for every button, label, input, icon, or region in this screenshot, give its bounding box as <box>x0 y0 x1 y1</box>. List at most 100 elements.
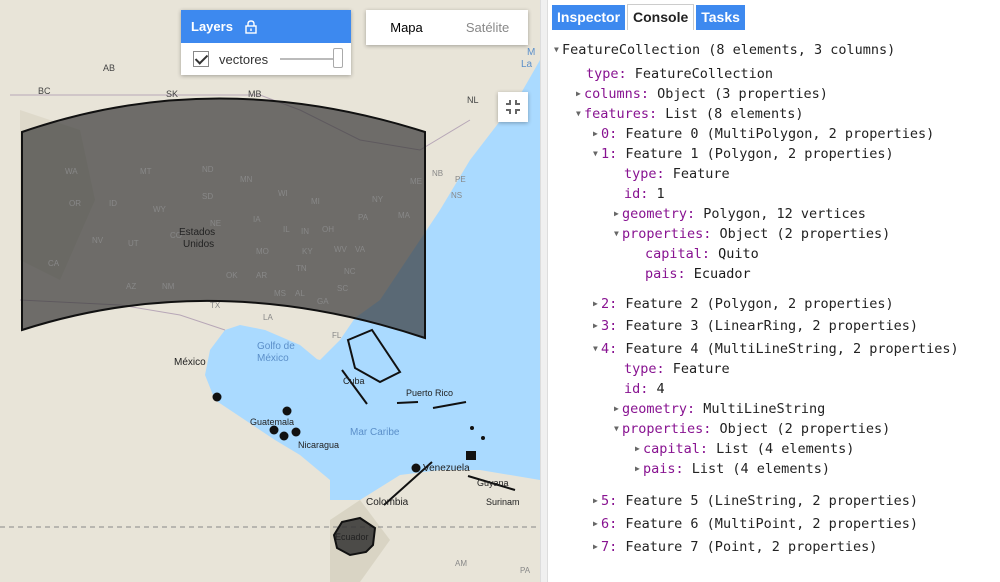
label-ecuador: Ecuador <box>335 532 369 542</box>
tree-row-feature-4[interactable]: ▼ 4: Feature 4 (MultiLineString, 2 proper… <box>593 339 959 359</box>
tree-row-feature-6[interactable]: ▶ 6: Feature 6 (MultiPoint, 2 properties) <box>593 514 918 534</box>
tree-row-f4-capital[interactable]: ▶ capital: List (4 elements) <box>635 439 854 459</box>
expand-right-icon: ▶ <box>576 89 581 98</box>
expand-right-icon: ▶ <box>593 542 598 551</box>
label-wy: WY <box>153 205 166 214</box>
layer-opacity-slider[interactable] <box>280 48 344 68</box>
label-nd: ND <box>202 165 214 174</box>
label-nm: NM <box>162 282 175 291</box>
lock-icon[interactable] <box>245 19 257 34</box>
feature-7-point <box>411 463 421 473</box>
expand-down-icon: ▼ <box>593 149 598 158</box>
fullscreen-exit-icon <box>506 100 520 114</box>
label-golfo-2: México <box>257 353 289 364</box>
label-guyana: Guyana <box>477 478 509 488</box>
label-surinam: Surinam <box>486 497 520 507</box>
label-ar: AR <box>256 271 268 280</box>
expand-right-icon: ▶ <box>593 299 598 308</box>
label-ma: MA <box>398 211 410 220</box>
label-fl: FL <box>332 331 342 340</box>
label-nicaragua: Nicaragua <box>298 440 340 450</box>
label-ns: NS <box>451 191 463 200</box>
expand-down-icon: ▼ <box>593 344 598 353</box>
tree-row-feature-2[interactable]: ▶ 2: Feature 2 (Polygon, 2 properties) <box>593 294 894 314</box>
label-pa: PA <box>358 213 369 222</box>
expand-down-icon: ▼ <box>554 45 559 54</box>
expand-right-icon: ▶ <box>614 404 619 413</box>
tree-row-feature-3[interactable]: ▶ 3: Feature 3 (LinearRing, 2 properties) <box>593 316 918 336</box>
label-ab: AB <box>103 63 116 73</box>
map-canvas[interactable] <box>0 0 540 582</box>
label-sc: SC <box>337 284 349 293</box>
label-nl: NL <box>467 95 479 105</box>
feature-6-point-e <box>291 427 301 437</box>
expand-right-icon: ▶ <box>593 129 598 138</box>
label-me: ME <box>410 177 422 186</box>
tree-row-f4-geometry[interactable]: ▶ geometry: MultiLineString <box>614 399 825 419</box>
label-cuba: Cuba <box>343 376 365 386</box>
label-in: IN <box>301 227 309 236</box>
feature-4-line-b <box>396 401 419 404</box>
layer-checkbox[interactable] <box>193 51 209 67</box>
tree-row-f4-properties[interactable]: ▼ properties: Object (2 properties) <box>614 419 890 439</box>
tree-row-features[interactable]: ▼ features: List (8 elements) <box>576 104 803 124</box>
tree-row-feature-7[interactable]: ▶ 7: Feature 7 (Point, 2 properties) <box>593 537 877 557</box>
expand-right-icon: ▶ <box>593 519 598 528</box>
fullscreen-button[interactable] <box>498 92 528 122</box>
expand-down-icon: ▼ <box>576 109 581 118</box>
label-mo: MO <box>256 247 269 256</box>
tree-row-f4-pais[interactable]: ▶ pais: List (4 elements) <box>635 459 830 479</box>
label-al: AL <box>295 289 305 298</box>
label-estados: Estados <box>179 227 216 238</box>
tree-row-f4-id: id: 4 <box>624 381 665 397</box>
label-id: ID <box>109 199 117 208</box>
layers-title: Layers <box>191 19 233 34</box>
feature-2-polygon-a <box>466 451 476 460</box>
tree-row-f1-properties[interactable]: ▼ properties: Object (2 properties) <box>614 224 890 244</box>
label-ca: CA <box>48 259 60 268</box>
tree-row-f1-geometry[interactable]: ▶ geometry: Polygon, 12 vertices <box>614 204 866 224</box>
feature-6-point-b <box>282 406 292 416</box>
tree-row-type: type: FeatureCollection <box>586 66 773 82</box>
slider-handle[interactable] <box>333 48 344 68</box>
label-nb: NB <box>432 169 444 178</box>
label-ky: KY <box>302 247 313 256</box>
label-guatemala: Guatemala <box>250 417 295 427</box>
label-venezuela: Venezuela <box>423 463 470 474</box>
label-mi: MI <box>311 197 320 206</box>
label-colombia: Colombia <box>366 497 409 508</box>
label-il: IL <box>283 225 290 234</box>
expand-right-icon: ▶ <box>635 464 640 473</box>
label-la-state: LA <box>263 313 273 322</box>
label-mar-caribe: Mar Caribe <box>350 427 400 438</box>
feature-2-polygon-b <box>470 426 474 430</box>
label-or: OR <box>69 199 81 208</box>
label-mb: MB <box>248 89 262 99</box>
map-type-satellite-button[interactable]: Satélite <box>447 10 528 45</box>
label-wv: WV <box>334 245 347 254</box>
map-type-control: Mapa Satélite <box>366 10 528 45</box>
tree-row-f1-pais: pais: Ecuador <box>645 266 751 282</box>
tree-row-feature-5[interactable]: ▶ 5: Feature 5 (LineString, 2 properties) <box>593 491 918 511</box>
tree-row-f1-id: id: 1 <box>624 186 665 202</box>
expand-right-icon: ▶ <box>635 444 640 453</box>
label-wa: WA <box>65 167 78 176</box>
feature-6-point-a <box>212 392 222 402</box>
panel-splitter[interactable] <box>540 0 548 582</box>
tree-row-root[interactable]: ▼ FeatureCollection (8 elements, 3 column… <box>554 40 895 60</box>
label-ga: GA <box>317 297 329 306</box>
layers-header[interactable]: Layers <box>181 10 351 43</box>
label-ok: OK <box>226 271 238 280</box>
label-nv: NV <box>92 236 104 245</box>
tree-row-feature-1[interactable]: ▼ 1: Feature 1 (Polygon, 2 properties) <box>593 144 894 164</box>
label-sd: SD <box>202 192 214 201</box>
map-view[interactable]: AB BC SK MB NL La M WA MT ND OR ID SD WY… <box>0 0 540 582</box>
label-bc: BC <box>38 86 51 96</box>
map-type-mapa-button[interactable]: Mapa <box>366 10 447 45</box>
label-nc: NC <box>344 267 356 276</box>
label-ut: UT <box>128 239 139 248</box>
label-oh: OH <box>322 225 334 234</box>
tree-row-columns[interactable]: ▶ columns: Object (3 properties) <box>576 84 828 104</box>
tree-row-feature-0[interactable]: ▶ 0: Feature 0 (MultiPolygon, 2 propertie… <box>593 124 934 144</box>
label-az: AZ <box>126 282 137 291</box>
